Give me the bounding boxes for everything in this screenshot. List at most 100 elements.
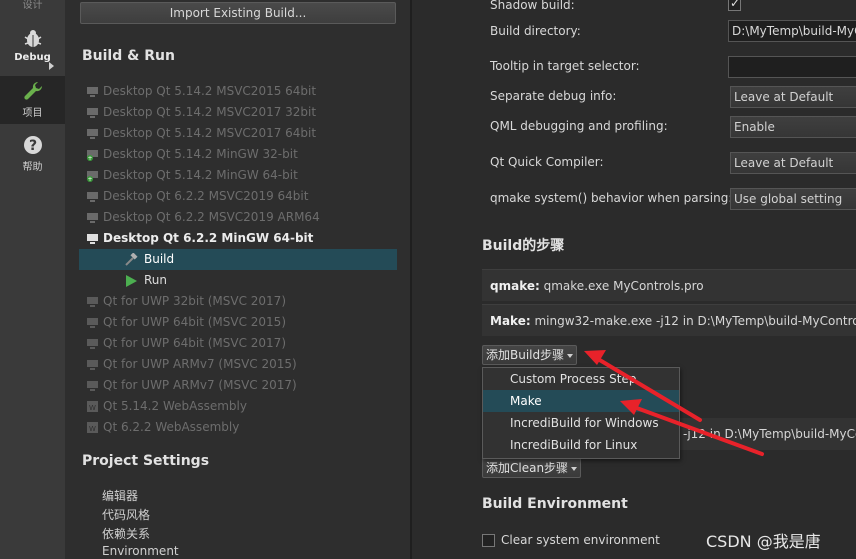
kit-item[interactable]: Qt for UWP 64bit (MSVC 2017) [79,333,397,354]
kit-item[interactable]: Desktop Qt 6.2.2 MSVC2019 64bit [79,186,397,207]
clean-step-partial[interactable]: -j12 in D:\MyTemp\build-MyCo [680,418,856,450]
project-settings-code-style[interactable]: 代码风格 [102,506,150,523]
svg-text:+: + [87,176,92,182]
project-settings-environment[interactable]: Environment [102,544,179,558]
bug-icon [24,30,41,47]
monitor-icon [87,87,98,97]
kit-item[interactable]: Desktop Qt 5.14.2 MSVC2015 64bit [79,81,397,102]
kit-label: Desktop Qt 6.2.2 MSVC2019 ARM64 [103,210,320,224]
add-build-step-button[interactable]: 添加Build步骤 [482,345,578,365]
kit-item[interactable]: Qt for UWP 64bit (MSVC 2015) [79,312,397,333]
kit-item[interactable]: + Desktop Qt 5.14.2 MinGW 32-bit [79,144,397,165]
menu-item-custom-process-step[interactable]: Custom Process Step [483,368,679,390]
monitor-icon [87,108,98,118]
import-existing-build-button[interactable]: Import Existing Build... [80,2,396,24]
shadow-build-label: Shadow build: [490,0,575,12]
svg-text:?: ? [28,138,36,154]
kit-item-active[interactable]: Desktop Qt 6.2.2 MinGW 64-bit [79,228,397,249]
kit-label: Desktop Qt 6.2.2 MinGW 64-bit [103,231,314,245]
kit-item[interactable]: Desktop Qt 5.14.2 MSVC2017 32bit [79,102,397,123]
kit-label: Qt for UWP 32bit (MSVC 2017) [103,294,286,308]
qmake-behavior-select[interactable]: Use global setting [730,188,856,210]
kit-item[interactable]: Desktop Qt 5.14.2 MSVC2017 64bit [79,123,397,144]
mode-design[interactable]: 设计 [0,0,65,16]
monitor-icon [87,339,98,349]
build-run-title: Build & Run [82,48,175,64]
clear-environment-label: Clear system environment [501,533,660,547]
mode-selector-bar: 设计 Debug 项目 ? 帮助 [0,0,65,559]
menu-item-make[interactable]: Make [483,390,679,412]
kit-label: Qt for UWP ARMv7 (MSVC 2015) [103,357,297,371]
qt-quick-compiler-select[interactable]: Leave at Default [730,152,856,174]
project-settings-title: Project Settings [82,453,210,469]
make-step[interactable]: Make: mingw32-make.exe -j12 in D:\MyTemp… [482,304,856,336]
kit-item[interactable]: Qt for UWP 32bit (MSVC 2017) [79,291,397,312]
kit-item[interactable]: W Qt 6.2.2 WebAssembly [79,417,397,438]
monitor-icon [87,234,98,244]
kit-label: Desktop Qt 5.14.2 MSVC2017 64bit [103,126,317,140]
separate-debug-select[interactable]: Leave at Default [730,86,856,108]
qmake-step[interactable]: qmake: qmake.exe MyControls.pro [482,269,856,301]
sidebar-item-run[interactable]: Run [79,270,397,291]
menu-item-incredibuild-linux[interactable]: IncrediBuild for Linux [483,434,679,456]
kit-label: Qt for UWP ARMv7 (MSVC 2017) [103,378,297,392]
separate-debug-label: Separate debug info: [490,89,617,103]
sidebar-item-build[interactable]: Build [79,249,397,270]
kit-label: Qt for UWP 64bit (MSVC 2015) [103,315,286,329]
expand-arrow-icon [49,62,54,70]
kit-item[interactable]: W Qt 5.14.2 WebAssembly [79,396,397,417]
build-directory-label: Build directory: [490,24,581,38]
play-icon [126,275,137,287]
kit-label: Qt 5.14.2 WebAssembly [103,399,247,413]
make-step-value: mingw32-make.exe -j12 in D:\MyTemp\build… [534,314,856,328]
mode-project-label: 项目 [22,108,43,119]
mode-help[interactable]: ? 帮助 [0,130,65,176]
mode-debug[interactable]: Debug [0,24,65,70]
project-settings-dependencies[interactable]: 依赖关系 [102,525,150,542]
monitor-icon [87,213,98,223]
monitor-icon [87,360,98,370]
build-steps-title: Build的步骤 [482,238,565,254]
kit-item[interactable]: Qt for UWP ARMv7 (MSVC 2017) [79,375,397,396]
monitor-icon [87,318,98,328]
svg-text:W: W [89,404,96,412]
qmake-step-name: qmake: [490,279,540,293]
kit-label: Desktop Qt 5.14.2 MinGW 32-bit [103,147,298,161]
kit-item[interactable]: Desktop Qt 6.2.2 MSVC2019 ARM64 [79,207,397,228]
wrench-icon [23,81,42,100]
monitor-icon [87,381,98,391]
shadow-build-checkbox[interactable] [728,0,741,11]
webassembly-icon: W [87,422,98,433]
monitor-add-icon: + [87,171,98,182]
hammer-icon [125,253,138,266]
mode-design-label: 设计 [22,0,43,11]
sidebar-item-build-label: Build [144,252,175,266]
mode-project[interactable]: 项目 [0,76,65,124]
webassembly-icon: W [87,401,98,412]
build-environment-title: Build Environment [482,496,628,512]
tooltip-label: Tooltip in target selector: [490,59,640,73]
clear-environment-checkbox[interactable] [482,534,495,547]
build-directory-input[interactable]: D:\MyTemp\build-MyCo [728,20,856,42]
qt-quick-compiler-label: Qt Quick Compiler: [490,155,604,169]
projects-sidebar: Import Existing Build... Build & Run Des… [65,0,410,559]
kit-item[interactable]: Qt for UWP ARMv7 (MSVC 2015) [79,354,397,375]
kit-item[interactable]: + Desktop Qt 5.14.2 MinGW 64-bit [79,165,397,186]
mode-help-label: 帮助 [22,162,43,173]
make-step-name: Make: [490,314,531,328]
mode-debug-label: Debug [14,52,51,63]
kit-label: Desktop Qt 6.2.2 MSVC2019 64bit [103,189,309,203]
monitor-icon [87,129,98,139]
sidebar-item-run-label: Run [144,273,168,287]
tooltip-input[interactable] [728,56,856,78]
kit-label: Qt 6.2.2 WebAssembly [103,420,240,434]
kit-label: Qt for UWP 64bit (MSVC 2017) [103,336,286,350]
svg-text:W: W [89,425,96,433]
project-settings-editor[interactable]: 编辑器 [102,487,138,504]
qmake-behavior-label: qmake system() behavior when parsing: [490,191,733,205]
monitor-add-icon: + [87,150,98,161]
add-clean-step-button[interactable]: 添加Clean步骤 [482,458,582,478]
qml-debug-select[interactable]: Enable [730,116,856,138]
menu-item-incredibuild-windows[interactable]: IncrediBuild for Windows [483,412,679,434]
svg-text:+: + [87,155,92,161]
